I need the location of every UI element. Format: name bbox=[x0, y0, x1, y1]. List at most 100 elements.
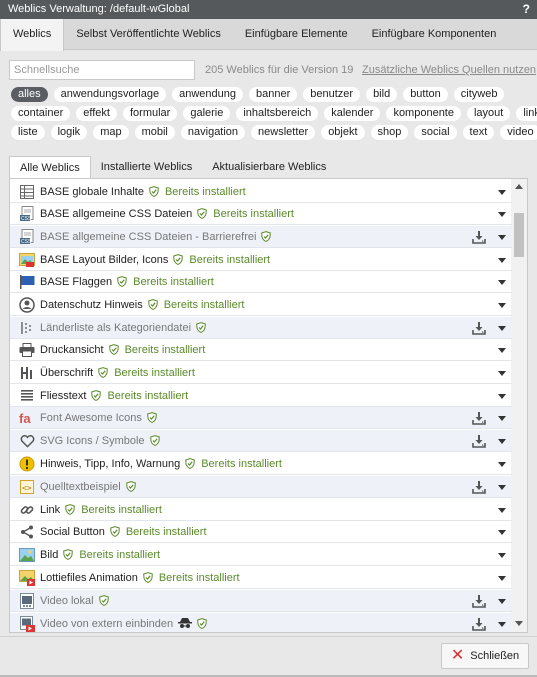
filter-chip-formular[interactable]: formular bbox=[122, 106, 178, 121]
chevron-down-icon[interactable] bbox=[498, 348, 506, 353]
filter-chip-logik[interactable]: logik bbox=[50, 125, 88, 140]
list-item[interactable]: Lottiefiles Animation Bereits installiert bbox=[10, 567, 512, 589]
filter-chip-mobil[interactable]: mobil bbox=[134, 125, 175, 140]
tab-insertable-components[interactable]: Einfügbare Komponenten bbox=[360, 19, 509, 49]
download-icon[interactable] bbox=[472, 434, 486, 448]
list-item[interactable]: fa Font Awesome Icons bbox=[10, 407, 512, 429]
shield-check-icon bbox=[185, 458, 196, 469]
list-item[interactable]: Link Bereits installiert bbox=[10, 499, 512, 521]
list-item[interactable]: Bild Bereits installiert bbox=[10, 544, 512, 566]
chevron-down-icon[interactable] bbox=[498, 190, 506, 195]
chevron-down-icon[interactable] bbox=[498, 258, 506, 263]
tab-all-weblics[interactable]: Alle Weblics bbox=[9, 156, 91, 180]
tab-installed-weblics[interactable]: Installierte Weblics bbox=[91, 156, 203, 179]
filter-chip-objekt[interactable]: objekt bbox=[321, 125, 365, 140]
chevron-down-icon[interactable] bbox=[498, 530, 506, 535]
filter-chip-navigation[interactable]: navigation bbox=[180, 125, 246, 140]
chevron-down-icon[interactable] bbox=[498, 439, 506, 444]
installed-status: Bereits installiert bbox=[81, 503, 162, 516]
filter-chip-anwendungsvorlage[interactable]: anwendungsvorlage bbox=[53, 87, 167, 102]
download-icon[interactable] bbox=[472, 594, 486, 608]
chevron-down-icon[interactable] bbox=[498, 553, 506, 558]
filter-chip-video[interactable]: video bbox=[500, 125, 537, 140]
list-item[interactable]: Druckansicht Bereits installiert bbox=[10, 339, 512, 361]
filter-chip-text[interactable]: text bbox=[462, 125, 495, 140]
list-item[interactable]: Video von extern einbinden bbox=[10, 613, 512, 632]
filter-chip-effekt[interactable]: effekt bbox=[76, 106, 117, 121]
chevron-down-icon[interactable] bbox=[498, 599, 506, 604]
chevron-down-icon[interactable] bbox=[498, 416, 506, 421]
filter-chip-liste[interactable]: liste bbox=[11, 125, 45, 140]
filter-chip-newsletter[interactable]: newsletter bbox=[251, 125, 316, 140]
chevron-down-icon[interactable] bbox=[498, 462, 506, 467]
list-item[interactable]: Video lokal bbox=[10, 590, 512, 612]
chevron-down-icon[interactable] bbox=[498, 394, 506, 399]
filter-chip-bild[interactable]: bild bbox=[366, 87, 398, 102]
tab-self-published[interactable]: Selbst Veröffentlichte Weblics bbox=[64, 19, 233, 49]
download-icon[interactable] bbox=[472, 230, 486, 244]
filter-chip-button[interactable]: button bbox=[403, 87, 448, 102]
list-item[interactable]: Überschrift Bereits installiert bbox=[10, 362, 512, 384]
tab-insertable-elements[interactable]: Einfügbare Elemente bbox=[233, 19, 360, 49]
filter-chip-inhaltsbereich[interactable]: inhaltsbereich bbox=[236, 106, 319, 121]
tab-updatable-weblics[interactable]: Aktualisierbare Weblics bbox=[202, 156, 336, 179]
chevron-down-icon[interactable] bbox=[498, 326, 506, 331]
chevron-down-icon[interactable] bbox=[498, 303, 506, 308]
search-input[interactable] bbox=[9, 60, 195, 80]
help-button[interactable]: ? bbox=[523, 0, 530, 19]
list-item[interactable]: CSS BASE allgemeine CSS Dateien Bereits in… bbox=[10, 203, 512, 225]
weblic-name: BASE allgemeine CSS Dateien bbox=[40, 207, 193, 220]
list-item[interactable]: Datenschutz Hinweis Bereits installiert bbox=[10, 294, 512, 316]
chevron-down-icon[interactable] bbox=[498, 576, 506, 581]
list-item[interactable]: BASE Layout Bilder, Icons Bereits install… bbox=[10, 249, 512, 271]
scroll-up-icon[interactable] bbox=[515, 184, 523, 189]
weblic-name: Social Button bbox=[40, 525, 105, 538]
close-button[interactable]: ✕ Schließen bbox=[441, 643, 529, 669]
scroll-down-icon[interactable] bbox=[515, 621, 523, 626]
filter-chip-alles[interactable]: alles bbox=[11, 87, 48, 102]
list-item[interactable]: BASE Flaggen Bereits installiert bbox=[10, 271, 512, 293]
filter-chip-link[interactable]: link bbox=[516, 106, 537, 121]
filter-chip-kalender[interactable]: kalender bbox=[324, 106, 381, 121]
weblic-name: SVG Icons / Symbole bbox=[40, 434, 145, 447]
animation-icon bbox=[19, 569, 35, 586]
list-item[interactable]: Länderliste als Kategoriendatei bbox=[10, 317, 512, 339]
shield-check-icon bbox=[196, 322, 206, 333]
download-icon[interactable] bbox=[472, 321, 486, 335]
download-icon[interactable] bbox=[472, 480, 486, 494]
chevron-down-icon[interactable] bbox=[498, 371, 506, 376]
installed-status: Bereits installiert bbox=[125, 525, 207, 538]
list-item[interactable]: CSS BASE allgemeine CSS Dateien - Barrier… bbox=[10, 226, 512, 248]
download-icon[interactable] bbox=[472, 411, 486, 425]
filter-chip-banner[interactable]: banner bbox=[248, 87, 298, 102]
filter-row: container effekt formular galerie inhaltsber… bbox=[11, 106, 537, 125]
filter-chip-container[interactable]: container bbox=[11, 106, 71, 121]
filter-chip-cityweb[interactable]: cityweb bbox=[453, 87, 505, 102]
tab-weblics[interactable]: Weblics bbox=[0, 19, 65, 51]
filter-chip-map[interactable]: map bbox=[93, 125, 129, 140]
chevron-down-icon[interactable] bbox=[498, 235, 506, 240]
filter-chip-galerie[interactable]: galerie bbox=[183, 106, 231, 121]
chevron-down-icon[interactable] bbox=[498, 508, 506, 513]
list-item[interactable]: SVG Icons / Symbole bbox=[10, 430, 512, 452]
filter-chip-benutzer[interactable]: benutzer bbox=[303, 87, 361, 102]
chevron-down-icon[interactable] bbox=[498, 212, 506, 217]
filter-chip-layout[interactable]: layout bbox=[466, 106, 511, 121]
list-item[interactable]: Social Button Bereits installiert bbox=[10, 521, 512, 543]
list-scrollbar[interactable] bbox=[511, 179, 527, 632]
svg-text:<>: <> bbox=[22, 483, 32, 492]
filter-chip-social[interactable]: social bbox=[414, 125, 457, 140]
list-item[interactable]: Hinweis, Tipp, Info, Warnung Bereits inst… bbox=[10, 453, 512, 475]
download-icon[interactable] bbox=[472, 617, 486, 631]
extra-sources-link[interactable]: Zusätzliche Weblics Quellen nutzen bbox=[362, 64, 536, 76]
chevron-down-icon[interactable] bbox=[498, 280, 506, 285]
scroll-thumb[interactable] bbox=[514, 213, 524, 257]
filter-chip-komponente[interactable]: komponente bbox=[386, 106, 461, 121]
chevron-down-icon[interactable] bbox=[498, 485, 506, 490]
filter-chip-shop[interactable]: shop bbox=[370, 125, 409, 140]
list-item[interactable]: <> Quelltextbeispiel bbox=[10, 476, 512, 498]
list-item[interactable]: BASE globale Inhalte Bereits installiert bbox=[10, 181, 512, 203]
chevron-down-icon[interactable] bbox=[498, 622, 506, 627]
list-item[interactable]: Fliesstext Bereits installiert bbox=[10, 385, 512, 407]
filter-chip-anwendung[interactable]: anwendung bbox=[172, 87, 243, 102]
